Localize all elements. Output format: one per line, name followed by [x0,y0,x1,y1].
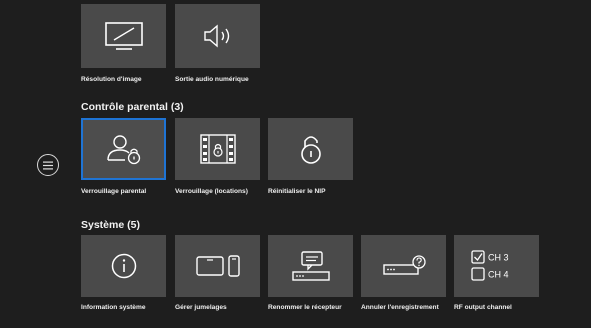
tile-label-reset-pin: Réinitialiser le NIP [268,188,326,195]
tile-label-manage-pairings: Gérer jumelages [175,304,227,311]
tile-rf-output-channel[interactable]: CH 3 CH 4 [454,235,539,297]
tile-label-rf-output-channel: RF output channel [454,304,512,311]
receiver-question-icon [382,255,426,275]
section-title-system: Système (5) [81,219,140,231]
tile-system-information[interactable] [81,235,166,297]
rf-option-ch4: CH 4 [488,270,509,280]
receiver-message-icon [291,251,330,281]
checkbox-channel-icon: CH 3 CH 4 [470,250,509,281]
tile-cancel-recording[interactable] [361,235,446,297]
tile-label-image-resolution: Résolution d'image [81,76,142,83]
tile-label-cancel-recording: Annuler l'enregistrement [361,304,439,311]
user-lock-icon [106,135,140,165]
tile-label-rename-receiver: Renommer le récepteur [268,304,342,311]
speaker-icon [203,24,229,48]
tile-label-rental-lock: Verrouillage (locations) [175,188,248,195]
rf-option-ch3: CH 3 [488,253,509,263]
tile-label-system-information: Information système [81,304,146,311]
section-title-parental: Contrôle parental (3) [81,101,184,113]
info-icon [111,253,136,279]
tile-digital-audio-output[interactable] [175,4,260,68]
tile-rental-lock[interactable] [175,118,260,180]
tile-parental-lock[interactable] [81,118,166,180]
monitor-icon [104,22,143,50]
tile-reset-pin[interactable] [268,118,353,180]
tile-label-digital-audio-output: Sortie audio numérique [175,76,249,83]
hamburger-icon [43,161,53,169]
tile-label-parental-lock: Verrouillage parental [81,188,147,195]
film-lock-icon [199,134,236,164]
tile-image-resolution[interactable] [81,4,166,68]
tile-manage-pairings[interactable] [175,235,260,297]
tablet-phone-icon [195,255,240,277]
menu-button[interactable] [37,154,59,176]
tile-rename-receiver[interactable] [268,235,353,297]
unlock-icon [300,136,321,164]
